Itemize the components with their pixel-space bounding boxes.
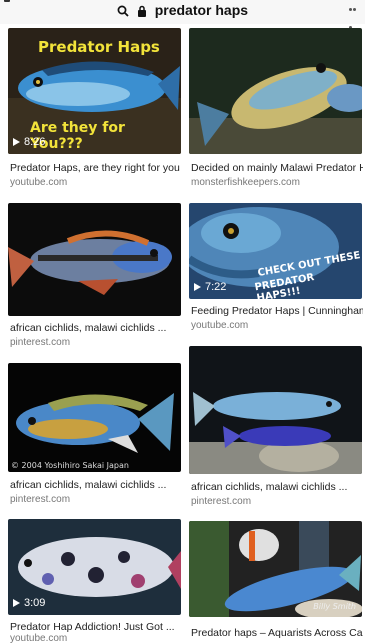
play-icon bbox=[13, 138, 20, 146]
result-thumbnail[interactable] bbox=[189, 346, 362, 474]
result-thumbnail[interactable] bbox=[189, 28, 362, 154]
result-source[interactable]: pinterest.com bbox=[10, 337, 70, 348]
result-title[interactable]: Predator Haps, are they right for you ..… bbox=[10, 162, 182, 174]
result-thumbnail[interactable]: Predator Haps Are they for You??? 8:26 bbox=[8, 28, 181, 154]
result-source[interactable]: youtube.com bbox=[10, 177, 67, 188]
result-title[interactable]: Feeding Predator Haps | Cunningham ... bbox=[191, 305, 363, 317]
result-thumbnail[interactable] bbox=[8, 203, 181, 316]
result-thumbnail[interactable]: Billy Smith bbox=[189, 521, 362, 617]
result-title[interactable]: Decided on mainly Malawi Predator H... bbox=[191, 162, 363, 174]
result-thumbnail[interactable]: 3:09 bbox=[8, 519, 181, 615]
search-bar[interactable]: predator haps bbox=[0, 0, 365, 29]
thumbnail-caption-bottom: Are they for You??? bbox=[30, 120, 125, 152]
search-query: predator haps bbox=[154, 2, 249, 18]
thumbnail-caption-top: Predator Haps bbox=[38, 38, 160, 56]
result-title[interactable]: african cichlids, malawi cichlids ... bbox=[10, 322, 182, 334]
result-thumbnail[interactable]: CHECK OUT THESE PREDATOR HAPS!!! 7:22 bbox=[189, 203, 362, 299]
result-title[interactable]: african cichlids, malawi cichlids ... bbox=[10, 479, 182, 491]
video-duration: 8:26 bbox=[24, 136, 46, 148]
play-icon bbox=[13, 599, 20, 607]
video-duration: 3:09 bbox=[24, 597, 46, 609]
image-watermark: © 2004 Yoshihiro Sakai Japan bbox=[11, 461, 129, 470]
result-title[interactable]: african cichlids, malawi cichlids ... bbox=[191, 481, 363, 493]
play-icon bbox=[194, 283, 201, 291]
video-duration: 7:22 bbox=[205, 281, 227, 293]
lock-icon bbox=[137, 5, 146, 17]
result-source[interactable]: youtube.com bbox=[191, 320, 248, 331]
result-title[interactable]: Predator Hap Addiction! Just Got ... bbox=[10, 621, 182, 633]
image-watermark: Billy Smith bbox=[313, 602, 356, 611]
result-thumbnail[interactable]: © 2004 Yoshihiro Sakai Japan bbox=[8, 363, 181, 472]
result-source[interactable]: pinterest.com bbox=[191, 496, 251, 507]
more-icon[interactable] bbox=[349, 0, 359, 29]
result-title[interactable]: Predator haps – Aquarists Across Ca... bbox=[191, 627, 363, 639]
search-icon bbox=[117, 5, 129, 17]
result-source[interactable]: youtube.com bbox=[10, 633, 67, 644]
result-source[interactable]: monsterfishkeepers.com bbox=[191, 177, 300, 188]
result-source[interactable]: pinterest.com bbox=[10, 494, 70, 505]
